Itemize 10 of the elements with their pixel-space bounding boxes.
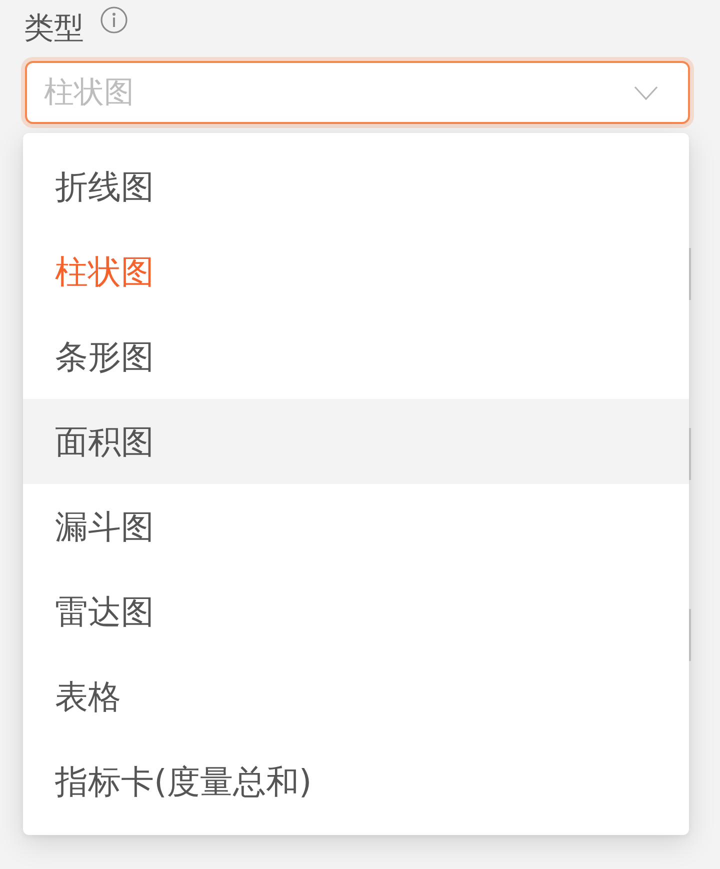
field-label: 类型 (24, 10, 84, 48)
menu-option[interactable]: 漏斗图 (23, 484, 689, 569)
menu-option[interactable]: 条形图 (23, 314, 689, 399)
menu-option[interactable]: 指标卡(度量总和) (23, 739, 689, 824)
menu-option[interactable]: 面积图 (23, 399, 689, 484)
menu-option[interactable]: 折线图 (23, 144, 689, 229)
info-icon[interactable] (100, 6, 128, 34)
menu-option[interactable]: 雷达图 (23, 569, 689, 654)
chevron-down-icon (634, 86, 658, 100)
menu-option[interactable]: 表格 (23, 654, 689, 739)
